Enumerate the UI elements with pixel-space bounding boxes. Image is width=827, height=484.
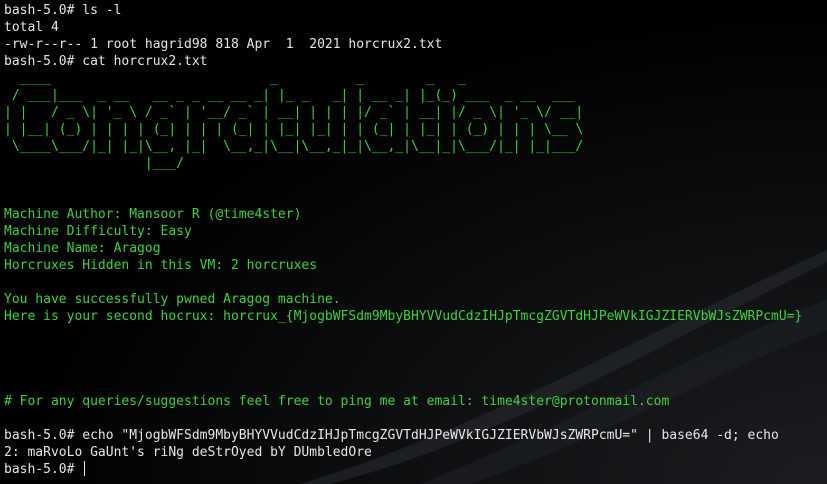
terminal-line: 2: maRvoLo GaUnt's riNg deStrOyed bY DUm… — [4, 444, 802, 461]
terminal-line-text: 2: maRvoLo GaUnt's riNg deStrOyed bY DUm… — [4, 445, 372, 460]
terminal-line: -rw-r--r-- 1 root hagrid98 818 Apr 1 202… — [4, 36, 802, 53]
terminal-line: bash-5.0# — [4, 461, 802, 478]
terminal-line: ____ _ _ _ _ — [4, 70, 802, 87]
terminal-line-text: Machine Name: Aragog — [4, 241, 161, 256]
terminal-line-text: \____\___/|_| |_|\__, |_| \__,_|\__|\__,… — [4, 139, 584, 154]
terminal-line: bash-5.0# echo "MjogbWFSdm9MbyBHYVVudCdz… — [4, 427, 802, 444]
terminal-line-text: |___/ — [4, 156, 185, 171]
terminal-line-text: bash-5.0# echo "MjogbWFSdm9MbyBHYVVudCdz… — [4, 428, 779, 443]
terminal-line: You have successfully pwned Aragog machi… — [4, 291, 802, 308]
terminal-line-text: / ___|___ _ __ __ _ _ __ __ _| |_ _ _| |… — [4, 88, 576, 103]
terminal-line: # For any queries/suggestions feel free … — [4, 393, 802, 410]
terminal-line: |___/ — [4, 155, 802, 172]
terminal-line: bash-5.0# cat horcrux2.txt — [4, 53, 802, 70]
terminal-line: Horcruxes Hidden in this VM: 2 horcruxes — [4, 257, 802, 274]
terminal-line-text: -rw-r--r-- 1 root hagrid98 818 Apr 1 202… — [4, 37, 443, 52]
terminal-line: Here is your second hocrux: horcrux_{Mjo… — [4, 308, 802, 325]
terminal-line-text: bash-5.0# cat horcrux2.txt — [4, 54, 208, 69]
terminal-line: | | / _ \| '_ \ / _` | '__/ _` | __| | |… — [4, 104, 802, 121]
terminal-line-text: You have successfully pwned Aragog machi… — [4, 292, 341, 307]
terminal-line-text: Machine Author: Mansoor R (@time4ster) — [4, 207, 302, 222]
terminal-line-text: Horcruxes Hidden in this VM: 2 horcruxes — [4, 258, 318, 273]
terminal-line: Machine Author: Mansoor R (@time4ster) — [4, 206, 802, 223]
terminal-line: total 4 — [4, 19, 802, 36]
terminal-line-text: total 4 — [4, 20, 59, 35]
terminal-line: | |__| (_) | | | | (_| | | | (_| | |_| |… — [4, 121, 802, 138]
terminal-line-text: bash-5.0# — [4, 462, 83, 477]
terminal-line: bash-5.0# ls -l — [4, 2, 802, 19]
terminal-line: \____\___/|_| |_|\__, |_| \__,_|\__|\__,… — [4, 138, 802, 155]
terminal-line: Machine Difficulty: Easy — [4, 223, 802, 240]
terminal-line-text: ____ _ _ _ _ — [4, 71, 466, 86]
terminal-line: / ___|___ _ __ __ _ _ __ __ _| |_ _ _| |… — [4, 87, 802, 104]
terminal-window[interactable]: bash-5.0# ls -l total 4 -rw-r--r-- 1 root … — [0, 0, 827, 484]
terminal-line-text: | |__| (_) | | | | (_| | | | (_| | |_| |… — [4, 122, 584, 137]
terminal-line-text: Here is your second hocrux: horcrux_{Mjo… — [4, 309, 803, 324]
terminal-line-text: bash-5.0# ls -l — [4, 3, 122, 18]
terminal-line-text: # For any queries/suggestions feel free … — [4, 394, 670, 409]
terminal-line-text: Machine Difficulty: Easy — [4, 224, 192, 239]
terminal-line: Machine Name: Aragog — [4, 240, 802, 257]
terminal-output: bash-5.0# ls -l total 4 -rw-r--r-- 1 root … — [4, 2, 802, 478]
terminal-line-text: | | / _ \| '_ \ / _` | '__/ _` | __| | |… — [4, 105, 584, 120]
text-cursor — [84, 461, 86, 476]
